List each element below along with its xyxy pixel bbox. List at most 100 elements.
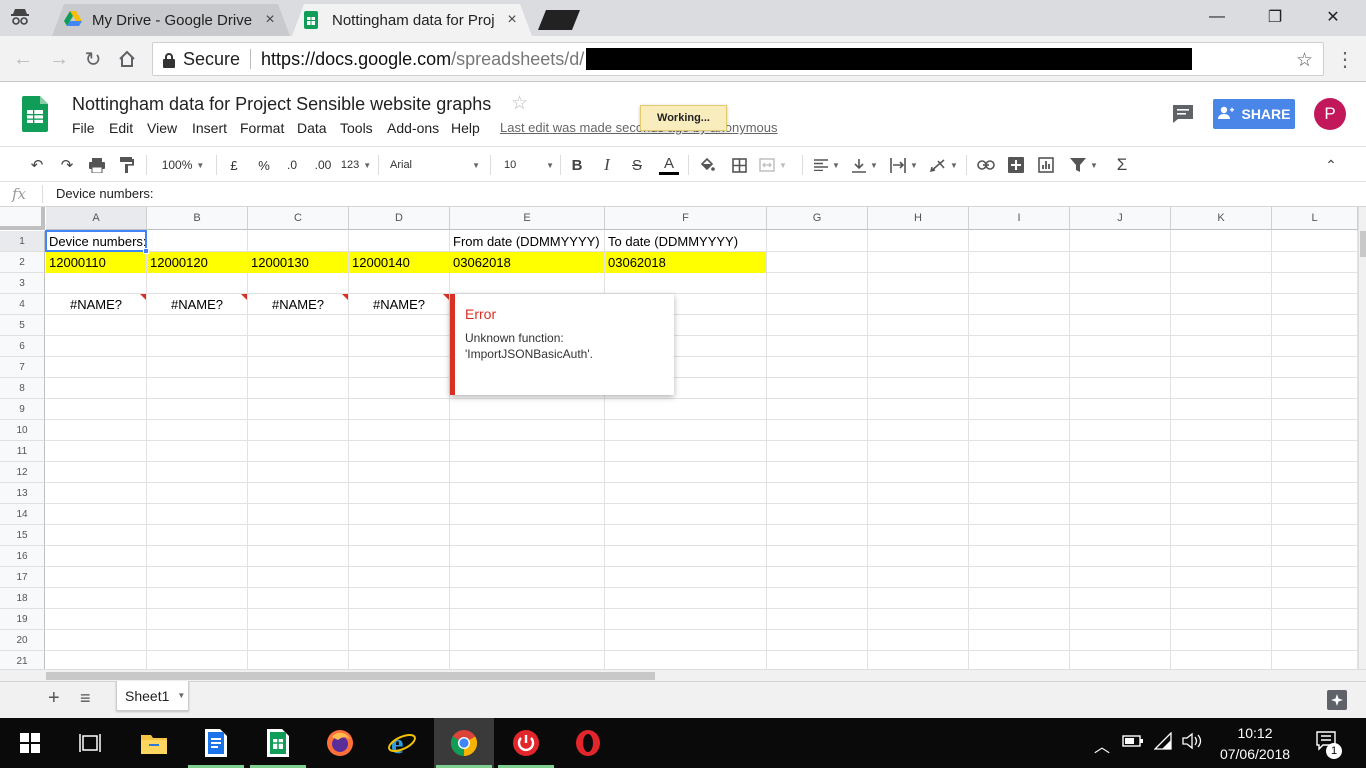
cell-a4[interactable]: #NAME? [46, 294, 146, 315]
insert-comment-icon[interactable] [1004, 152, 1028, 178]
text-wrapping-icon[interactable]: ▼ [888, 152, 920, 178]
column-header-i[interactable]: I [969, 207, 1070, 230]
select-all-corner[interactable] [0, 207, 45, 230]
new-tab-button[interactable] [538, 10, 580, 30]
sheet-tab-sheet1[interactable]: Sheet1 ▼ [116, 681, 189, 711]
row-header-14[interactable]: 14 [0, 504, 45, 525]
menu-add-ons[interactable]: Add-ons [387, 120, 439, 136]
column-header-j[interactable]: J [1070, 207, 1171, 230]
caret-down-icon[interactable]: ▼ [177, 691, 185, 700]
cell-b4[interactable]: #NAME? [147, 294, 247, 315]
column-header-l[interactable]: L [1272, 207, 1358, 230]
row-header-1[interactable]: 1 [0, 231, 45, 252]
fill-color-icon[interactable] [696, 152, 718, 178]
decrease-decimal-button[interactable]: .0 [282, 152, 302, 178]
battery-icon[interactable] [1122, 734, 1144, 751]
cell-d4[interactable]: #NAME? [349, 294, 449, 315]
cell-e1[interactable]: From date (DDMMYYYY) [450, 231, 604, 252]
minimize-button[interactable]: — [1188, 0, 1246, 34]
insert-chart-icon[interactable] [1034, 152, 1058, 178]
undo-icon[interactable]: ↶ [26, 152, 48, 178]
collapse-toolbar-icon[interactable]: ⌃ [1320, 152, 1342, 178]
sheets-logo[interactable] [22, 96, 48, 135]
row-header-3[interactable]: 3 [0, 273, 45, 294]
menu-help[interactable]: Help [451, 120, 480, 136]
cell-e2[interactable]: 03062018 [450, 252, 604, 273]
firefox-icon[interactable] [310, 718, 370, 768]
cell-a2[interactable]: 12000110 [46, 252, 146, 273]
bold-button[interactable]: B [566, 152, 588, 178]
vertical-scrollbar[interactable] [1358, 207, 1366, 669]
star-icon[interactable]: ☆ [511, 92, 528, 115]
row-header-4[interactable]: 4 [0, 294, 45, 315]
row-header-8[interactable]: 8 [0, 378, 45, 399]
column-header-h[interactable]: H [868, 207, 969, 230]
menu-data[interactable]: Data [297, 120, 327, 136]
last-edit-link[interactable]: Last edit was made seconds ago by anonym… [500, 120, 778, 135]
document-title[interactable]: Nottingham data for Project Sensible web… [72, 94, 491, 115]
column-header-c[interactable]: C [248, 207, 349, 230]
row-header-15[interactable]: 15 [0, 525, 45, 546]
zoom-select[interactable]: 100% ▼ [156, 152, 210, 178]
menu-edit[interactable]: Edit [109, 120, 133, 136]
reload-icon[interactable]: ↻ [80, 46, 106, 72]
menu-insert[interactable]: Insert [192, 120, 227, 136]
fill-handle[interactable] [143, 248, 149, 254]
wifi-icon[interactable] [1153, 731, 1174, 753]
column-header-e[interactable]: E [450, 207, 605, 230]
cell-d2[interactable]: 12000140 [349, 252, 449, 273]
more-formats-button[interactable]: 123 ▼ [340, 152, 372, 178]
all-sheets-button[interactable]: ≡ [80, 688, 91, 709]
volume-icon[interactable] [1182, 732, 1202, 753]
row-header-10[interactable]: 10 [0, 420, 45, 441]
menu-tools[interactable]: Tools [340, 120, 373, 136]
column-header-k[interactable]: K [1171, 207, 1272, 230]
show-hidden-icons[interactable]: ︿ [1094, 733, 1110, 757]
horizontal-align-icon[interactable]: ▼ [812, 152, 842, 178]
file-explorer-icon[interactable] [124, 718, 184, 768]
row-header-12[interactable]: 12 [0, 462, 45, 483]
row-header-7[interactable]: 7 [0, 357, 45, 378]
system-clock[interactable]: 10:12 07/06/2018 [1210, 723, 1300, 765]
paint-format-icon[interactable] [116, 152, 138, 178]
url-input[interactable]: Secure https://docs.google.com /spreadsh… [152, 42, 1324, 76]
font-family-select[interactable]: Arial ▼ [390, 152, 480, 178]
row-header-18[interactable]: 18 [0, 588, 45, 609]
row-header-16[interactable]: 16 [0, 546, 45, 567]
forward-icon[interactable]: → [46, 46, 72, 72]
back-icon[interactable]: ← [10, 46, 36, 72]
tab-spreadsheet[interactable]: Nottingham data for Proj × [292, 4, 532, 36]
task-view-icon[interactable] [60, 718, 120, 768]
add-sheet-button[interactable]: + [48, 687, 60, 710]
sheets-app-icon[interactable] [248, 718, 308, 768]
internet-explorer-icon[interactable]: e [372, 718, 432, 768]
tab-my-drive[interactable]: My Drive - Google Drive × [52, 4, 290, 36]
cell-c2[interactable]: 12000130 [248, 252, 348, 273]
row-header-20[interactable]: 20 [0, 630, 45, 651]
borders-icon[interactable] [728, 152, 750, 178]
text-rotation-icon[interactable]: ▼ [928, 152, 960, 178]
row-header-2[interactable]: 2 [0, 252, 45, 273]
text-color-button[interactable]: A [658, 152, 680, 178]
cell-c4[interactable]: #NAME? [248, 294, 348, 315]
menu-file[interactable]: File [72, 120, 95, 136]
column-header-a[interactable]: A [46, 207, 147, 230]
menu-view[interactable]: View [147, 120, 177, 136]
increase-decimal-button[interactable]: .00 [312, 152, 334, 178]
row-header-17[interactable]: 17 [0, 567, 45, 588]
row-header-19[interactable]: 19 [0, 609, 45, 630]
row-header-5[interactable]: 5 [0, 315, 45, 336]
comments-icon[interactable] [1172, 104, 1194, 127]
share-button[interactable]: SHARE [1213, 99, 1295, 129]
cell-f1[interactable]: To date (DDMMYYYY) [605, 231, 766, 252]
menu-format[interactable]: Format [240, 120, 284, 136]
row-header-13[interactable]: 13 [0, 483, 45, 504]
cell-f2[interactable]: 03062018 [605, 252, 766, 273]
cell-b2[interactable]: 12000120 [147, 252, 247, 273]
chrome-menu-icon[interactable]: ⋮ [1332, 46, 1358, 72]
row-header-6[interactable]: 6 [0, 336, 45, 357]
home-icon[interactable] [114, 46, 140, 72]
docs-app-icon[interactable] [186, 718, 246, 768]
close-window-button[interactable]: ✕ [1304, 0, 1362, 34]
column-header-g[interactable]: G [767, 207, 868, 230]
